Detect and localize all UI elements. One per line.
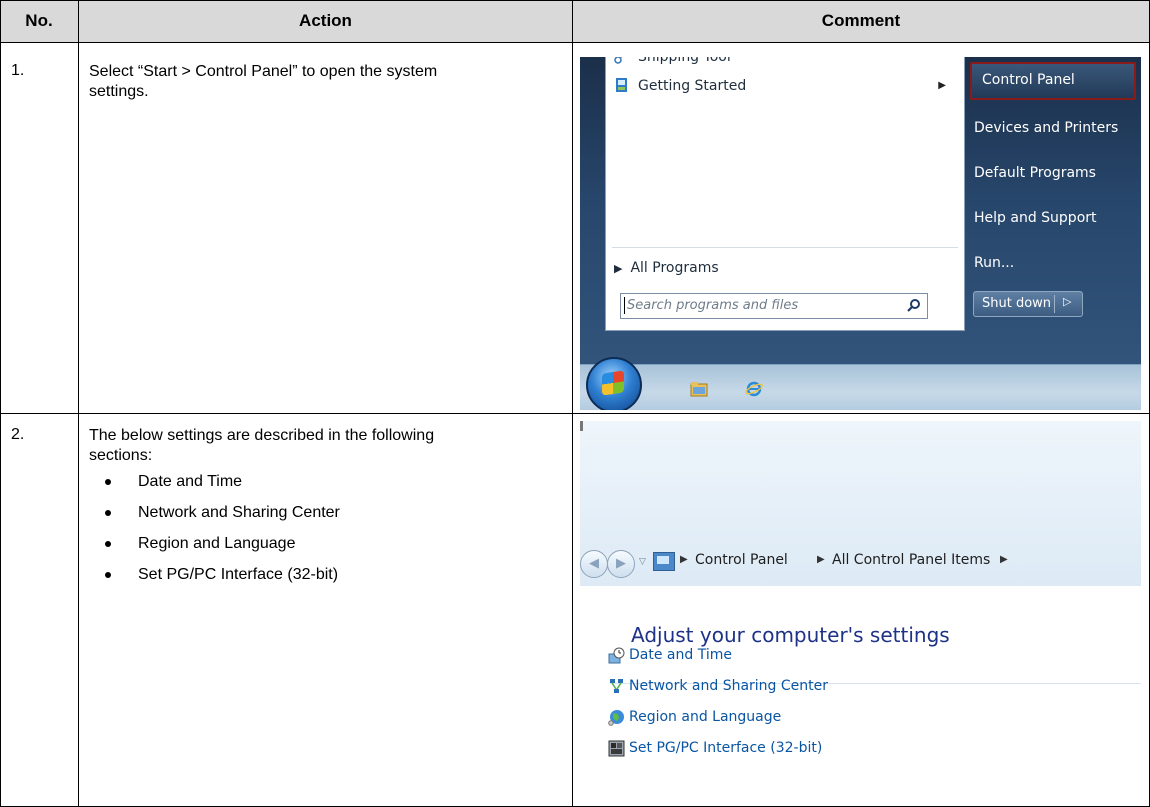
table-column-divider-2 [572, 0, 573, 807]
pinned-label: Snipping Tool [638, 57, 731, 65]
breadcrumb-separator-icon[interactable]: ▶ [817, 554, 825, 565]
globe-icon [608, 710, 624, 726]
breadcrumb-control-panel[interactable]: Control Panel [695, 552, 788, 568]
back-arrow-icon: ◀ [589, 556, 599, 571]
table-header-divider [0, 42, 1150, 43]
devices-and-printers-item[interactable]: Devices and Printers [974, 120, 1134, 136]
network-icon [610, 679, 623, 693]
all-programs-label: All Programs [630, 260, 719, 276]
submenu-arrow-icon: ▶ [938, 80, 946, 91]
bullet-item: Date and Time [89, 472, 449, 492]
button-divider [1054, 295, 1055, 313]
folder-icon[interactable] [690, 381, 708, 397]
row-1-action-text: Select “Start > Control Panel” to open t… [89, 63, 438, 100]
clock-calendar-icon [608, 647, 625, 664]
row-2-action: The below settings are described in the … [89, 426, 449, 596]
run-item[interactable]: Run... [974, 255, 1134, 271]
search-icon [907, 299, 920, 312]
cp-item-label: Set PG/PC Interface (32-bit) [629, 740, 823, 756]
forward-button[interactable]: ▶ [607, 550, 635, 578]
control-panel-icon [653, 552, 675, 571]
internet-explorer-icon[interactable] [745, 381, 763, 397]
default-programs-item[interactable]: Default Programs [974, 165, 1134, 181]
shutdown-options-arrow-icon[interactable]: ▷ [1063, 295, 1071, 308]
cp-item-label: Region and Language [629, 709, 782, 725]
cp-item-region-and-language[interactable]: Region and Language [608, 709, 782, 726]
bullet-item: Region and Language [89, 534, 449, 554]
pinned-program-getting-started[interactable]: Getting Started ▶ [614, 77, 946, 94]
search-placeholder: Search programs and files [627, 298, 799, 313]
search-programs-input[interactable]: Search programs and files [620, 293, 928, 319]
taskbar [580, 364, 1141, 410]
control-panel-screenshot: ◀ ▶ ▽ ▶ Control Panel ▶ All Control Pane… [580, 421, 1141, 801]
table-border-left [0, 0, 1, 807]
cp-item-label: Date and Time [629, 647, 732, 663]
breadcrumb-separator-icon[interactable]: ▶ [1000, 554, 1008, 565]
breadcrumb-all-control-panel-items[interactable]: All Control Panel Items [832, 552, 990, 568]
page-title: Adjust your computer's settings [631, 623, 950, 647]
pinned-label: Getting Started [638, 78, 747, 94]
pinned-program-snipping-tool[interactable]: Snipping Tool [614, 57, 731, 65]
shut-down-label: Shut down [982, 296, 1052, 311]
row-1-action: Select “Start > Control Panel” to open t… [89, 62, 449, 102]
control-panel-label: Control Panel [982, 72, 1075, 88]
bullet-item: Network and Sharing Center [89, 503, 449, 523]
play-arrow-icon: ▶ [614, 262, 623, 275]
control-panel-menu-item-highlighted[interactable]: Control Panel [970, 62, 1136, 100]
all-programs-item[interactable]: ▶ All Programs [614, 260, 719, 276]
row-1-number: 1. [11, 62, 25, 79]
row-2-bullet-list: Date and Time Network and Sharing Center… [89, 472, 449, 585]
start-menu-screenshot: Snipping Tool Getting Started ▶ ▶ All Pro… [580, 57, 1141, 410]
shut-down-button[interactable]: Shut down ▷ [973, 291, 1083, 317]
text-caret [624, 297, 625, 314]
pg-pc-interface-icon [608, 740, 625, 757]
recent-pages-dropdown-icon[interactable]: ▽ [639, 557, 646, 567]
back-button[interactable]: ◀ [580, 550, 608, 578]
getting-started-icon [616, 78, 627, 92]
cp-item-set-pg-pc-interface[interactable]: Set PG/PC Interface (32-bit) [608, 740, 823, 757]
cp-item-date-and-time[interactable]: Date and Time [608, 647, 732, 664]
bullet-item: Set PG/PC Interface (32-bit) [89, 565, 449, 585]
header-no: No. [25, 11, 53, 30]
window-corner [580, 421, 583, 431]
start-menu-programs-pane: Snipping Tool Getting Started ▶ ▶ All Pro… [605, 57, 965, 331]
cp-item-network-and-sharing-center[interactable]: Network and Sharing Center [610, 678, 829, 694]
menu-separator [612, 247, 958, 248]
row-2-action-text: The below settings are described in the … [89, 427, 435, 464]
row-2-number: 2. [11, 426, 25, 443]
breadcrumb-separator-icon[interactable]: ▶ [680, 554, 688, 565]
scissors-icon [614, 57, 623, 64]
cp-item-label: Network and Sharing Center [629, 678, 829, 694]
forward-arrow-icon: ▶ [616, 556, 626, 571]
windows-start-orb-icon[interactable] [586, 357, 642, 410]
table-row-divider [0, 413, 1150, 414]
help-and-support-item[interactable]: Help and Support [974, 210, 1134, 226]
header-comment: Comment [821, 11, 901, 30]
table-column-divider-1 [78, 0, 79, 807]
header-action: Action [299, 11, 352, 30]
